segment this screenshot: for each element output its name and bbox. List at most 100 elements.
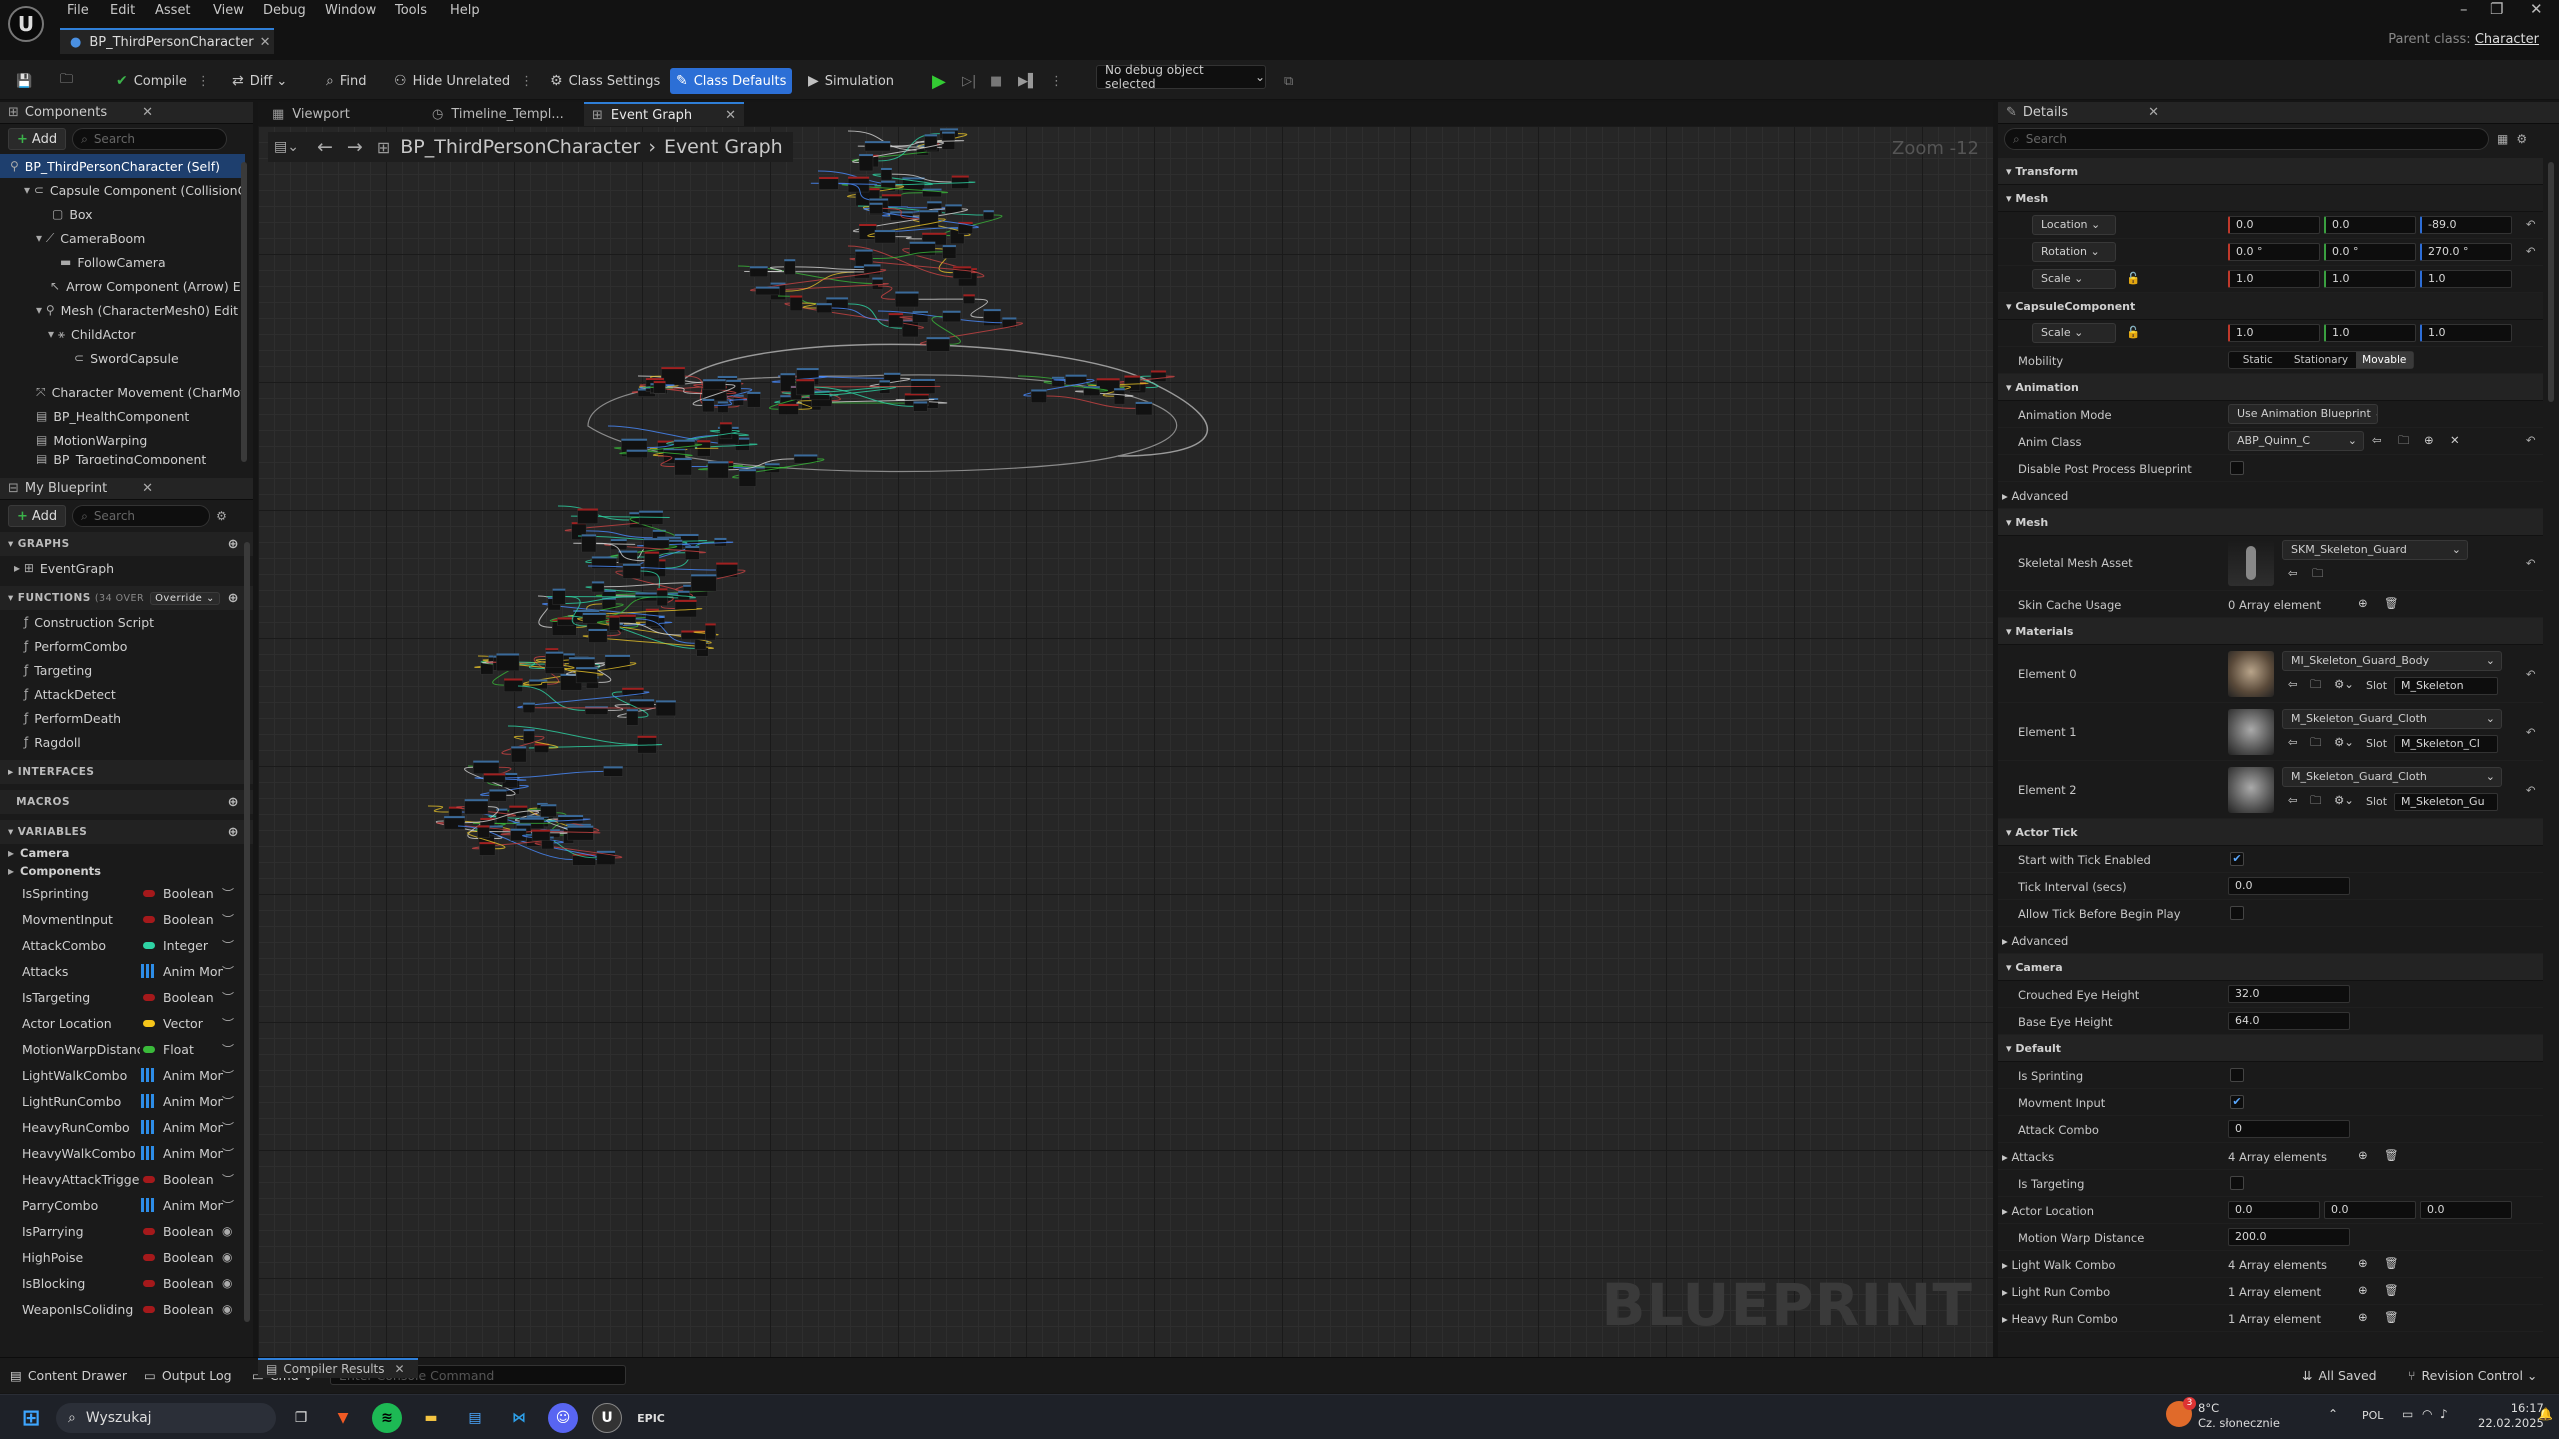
variable-row[interactable]: ParryCombo Anim Mon ︶ [0,1192,253,1218]
revision-control-button[interactable]: ⑂ Revision Control ⌄ [2408,1368,2537,1383]
graph-node[interactable] [545,651,564,668]
graph-node[interactable] [719,422,733,440]
browse-icon[interactable]: 🗀 [2310,793,2322,812]
graph-node[interactable] [588,628,608,643]
variable-row[interactable]: IsSprinting Boolean ︶ [0,880,253,906]
graph-node[interactable] [858,153,874,172]
compiler-results-tab[interactable]: ▤ Compiler Results ✕ [258,1358,418,1378]
graph-node[interactable] [909,241,936,256]
macros-section[interactable]: MACROS ⊕ [0,790,253,814]
scale-x-field[interactable]: 1.0 [2228,324,2320,342]
graph-node[interactable] [738,468,757,487]
all-saved-button[interactable]: ⇊ All Saved [2302,1368,2377,1383]
material-options-icon[interactable]: ⚙⌄ [2334,735,2354,749]
my-blueprint-tab[interactable]: ⊟ My Blueprint ✕ [0,478,253,500]
tab-timeline[interactable]: ◷ Timeline_Templ... [424,102,574,126]
table-view-icon[interactable]: ▦ [2497,132,2508,146]
variable-category-components[interactable]: ▸ Components [0,862,253,880]
graph-node[interactable] [941,131,956,150]
material-dropdown[interactable]: MI_Skeleton_Guard_Body ⌄ [2282,651,2502,671]
heavy-run-row[interactable]: ▸ Heavy Run Combo 1 Array element ⊕ 🗑 [1998,1305,2543,1332]
base-eye-field[interactable]: 64.0 [2228,1012,2350,1030]
eye-closed-icon[interactable]: ︶ [222,937,234,954]
reset-icon[interactable]: ↶ [2526,244,2536,258]
tree-item-mesh[interactable]: ▾ ⚲ Mesh (CharacterMesh0) Edit [0,298,245,322]
browse-icon[interactable]: 🗀 [2310,677,2322,696]
material-thumbnail[interactable] [2228,651,2274,697]
graph-node[interactable] [609,615,620,631]
menu-help[interactable]: Help [450,3,480,18]
graph-node[interactable] [674,599,697,618]
mobility-stationary[interactable]: Stationary [2287,352,2356,368]
details-scrollbar[interactable] [2548,162,2554,402]
materials-section[interactable]: ▾ Materials [1998,618,2543,645]
graph-node[interactable] [575,666,598,684]
start-tick-checkbox[interactable]: ✔ [2230,852,2244,866]
tree-item-childactor[interactable]: ▾ ⚹ ChildActor [0,322,245,346]
mobility-movable[interactable]: Movable [2355,352,2413,368]
variable-row[interactable]: LightRunCombo Anim Mon ︶ [0,1088,253,1114]
menu-file[interactable]: File [67,3,89,18]
step-icon[interactable]: ▷| [956,68,982,94]
add-element-icon[interactable]: ⊕ [2358,1283,2368,1297]
close-tab-icon[interactable]: ✕ [395,1362,405,1376]
variable-row[interactable]: IsParrying Boolean ◉ [0,1218,253,1244]
graph-node[interactable] [746,391,761,408]
material-options-icon[interactable]: ⚙⌄ [2334,793,2354,807]
graph-node[interactable] [795,379,815,396]
eye-closed-icon[interactable]: ︶ [222,1145,234,1162]
animation-section[interactable]: ▾ Animation [1998,374,2543,401]
components-tab[interactable]: ⊞ Components ✕ [0,102,253,124]
graph-node[interactable] [496,653,520,672]
tray-chevron-icon[interactable]: ⌃ [2328,1407,2338,1421]
rotation-x-field[interactable]: 0.0 ° [2228,243,2320,261]
volume-icon[interactable]: ♪ [2440,1407,2448,1421]
browse-icon[interactable]: 🗀 [54,68,79,94]
weather-widget[interactable]: 8°C Cz. słonecznie [2198,1401,2280,1431]
variable-row[interactable]: WeaponIsColiding Boolean ◉ [0,1296,253,1322]
capsule-section[interactable]: ▾ CapsuleComponent [1998,293,2543,320]
output-log-button[interactable]: ▭ Output Log [144,1368,232,1383]
eye-open-icon[interactable]: ◉ [222,1302,232,1316]
delete-icon[interactable]: 🗑 [2384,596,2399,610]
variable-row[interactable]: HeavyRunCombo Anim Mon ︶ [0,1114,253,1140]
actor-location-y-field[interactable]: 0.0 [2324,1201,2416,1219]
unreal-logo-icon[interactable]: U [8,6,44,42]
lock-icon[interactable]: 🔓 [2126,271,2140,285]
play-icon[interactable]: ▶ [926,68,952,94]
close-window-icon[interactable]: ✕ [2530,0,2543,18]
use-selected-icon[interactable]: ⇦ [2288,735,2298,749]
location-y-field[interactable]: 0.0 [2324,216,2416,234]
function-item[interactable]: ƒ PerformCombo [0,634,253,658]
class-settings-button[interactable]: ⚙ Class Settings [544,68,666,94]
light-walk-row[interactable]: ▸ Light Walk Combo 4 Array elements ⊕ 🗑 [1998,1251,2543,1278]
eye-closed-icon[interactable]: ︶ [222,1041,234,1058]
eye-closed-icon[interactable]: ︶ [222,885,234,902]
graph-node[interactable] [567,825,594,841]
actor-location-z-field[interactable]: 0.0 [2420,1201,2512,1219]
location-z-field[interactable]: -89.0 [2420,216,2512,234]
parent-class-link[interactable]: Character [2475,32,2539,47]
variable-row[interactable]: MovmentInput Boolean ︶ [0,906,253,932]
material-dropdown[interactable]: M_Skeleton_Guard_Cloth ⌄ [2282,709,2502,729]
mesh-transform-section[interactable]: ▾ Mesh [1998,185,2543,212]
graph-node[interactable] [464,798,489,815]
mobility-static[interactable]: Static [2229,352,2287,368]
tree-item-self[interactable]: ⚲ BP_ThirdPersonCharacter (Self) [0,154,245,178]
scale-x-field[interactable]: 1.0 [2228,270,2320,288]
eye-closed-icon[interactable]: ︶ [222,989,234,1006]
settings-gear-icon[interactable]: ⚙ [216,509,227,523]
interfaces-section[interactable]: ▸ INTERFACES [0,760,253,784]
document-tab[interactable]: ● BP_ThirdPersonCharacter ✕ [60,28,274,54]
default-section[interactable]: ▾ Default [1998,1035,2543,1062]
function-item[interactable]: ƒ Ragdoll [0,730,253,754]
variable-row[interactable]: LightWalkCombo Anim Mon ︶ [0,1062,253,1088]
more-options-icon[interactable]: ⋮ [1044,68,1069,94]
graphs-section[interactable]: ▾ GRAPHS ⊕ [0,532,253,556]
debug-filter-icon[interactable]: ⧉ [1278,68,1299,94]
variable-category-camera[interactable]: ▸ Camera [0,844,253,862]
eye-open-icon[interactable]: ◉ [222,1250,232,1264]
variable-row[interactable]: HeavyWalkCombo Anim Mon ︶ [0,1140,253,1166]
mesh-section[interactable]: ▾ Mesh [1998,509,2543,536]
graph-menu-icon[interactable]: ▤⌄ [274,139,299,155]
